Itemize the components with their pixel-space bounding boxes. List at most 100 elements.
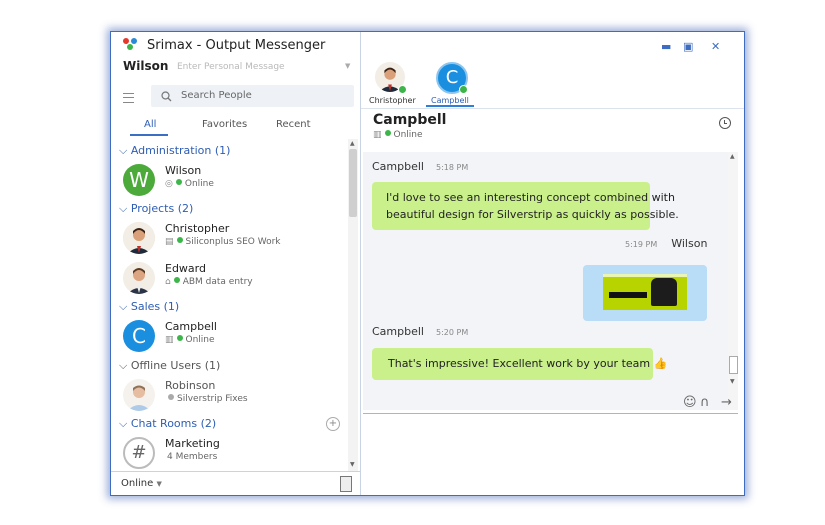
image-detail bbox=[603, 274, 687, 277]
message-bubble: I'd love to see an interesting concept c… bbox=[372, 182, 679, 230]
chat-pane: ▬ ▣ ✕ C Christopher Campbell Campbell ▥ O… bbox=[361, 32, 744, 495]
divider bbox=[361, 108, 744, 109]
message-text-row: That's impressive! Excellent work by you… bbox=[388, 355, 667, 372]
online-dot-icon bbox=[175, 179, 182, 185]
search-icon bbox=[161, 91, 172, 102]
contact-edward[interactable]: Edward ⌂ ABM data entry bbox=[123, 262, 343, 298]
contact-robinson[interactable]: Robinson Silverstrip Fixes bbox=[123, 379, 343, 415]
tab-recent[interactable]: Recent bbox=[276, 119, 311, 130]
contact-list-scrollbar[interactable]: ▲ ▼ bbox=[348, 139, 358, 471]
contact-status: ▤ Siliconplus SEO Work bbox=[165, 237, 281, 247]
tab-favorites[interactable]: Favorites bbox=[202, 119, 247, 130]
group-chat-rooms[interactable]: ⌵ Chat Rooms (2) bbox=[119, 417, 216, 431]
image-thumbnail[interactable] bbox=[603, 274, 687, 310]
contact-status: ⌂ ABM data entry bbox=[165, 277, 253, 287]
chatroom-members: 4 Members bbox=[167, 452, 218, 462]
message-time: 5:19 PM bbox=[625, 240, 658, 249]
presence-label: Online bbox=[121, 478, 154, 489]
contact-status: ◎ Online bbox=[165, 179, 214, 189]
sender-name: Wilson bbox=[671, 237, 708, 250]
image-message-bubble[interactable] bbox=[583, 265, 707, 321]
contact-list: ⌵ Administration (1) W Wilson ◎ Online ⌵ … bbox=[111, 139, 346, 471]
message-text: beautiful design for Silverstrip as quic… bbox=[386, 208, 679, 221]
chat-contact-name: Campbell bbox=[373, 112, 447, 128]
send-arrow-icon[interactable]: → bbox=[721, 395, 732, 410]
building-icon: ▤ bbox=[165, 237, 174, 247]
menu-icon[interactable] bbox=[123, 93, 134, 103]
scroll-down-icon[interactable]: ▼ bbox=[350, 461, 355, 468]
sender-name: Campbell bbox=[372, 160, 424, 173]
group-sales[interactable]: ⌵ Sales (1) bbox=[119, 300, 179, 314]
message-input-divider bbox=[363, 413, 738, 414]
status-icon: ◎ bbox=[165, 179, 173, 189]
chat-tab-campbell[interactable]: Campbell bbox=[431, 96, 469, 105]
message-bubble: That's impressive! Excellent work by you… bbox=[372, 348, 667, 380]
active-chat-tab-indicator bbox=[426, 105, 474, 107]
person-photo-icon bbox=[123, 222, 155, 254]
contact-name: Robinson bbox=[165, 379, 216, 392]
group-projects[interactable]: ⌵ Projects (2) bbox=[119, 202, 193, 216]
contact-status: Silverstrip Fixes bbox=[165, 394, 248, 404]
scrollbar-thumb[interactable] bbox=[349, 149, 357, 217]
contact-wilson[interactable]: W Wilson ◎ Online bbox=[123, 164, 343, 200]
group-label: Offline Users (1) bbox=[130, 359, 221, 372]
online-dot-icon bbox=[173, 277, 180, 283]
message-list: Campbell 5:18 PM I'd love to see an inter… bbox=[363, 152, 728, 410]
history-clock-icon[interactable] bbox=[719, 117, 731, 129]
scroll-down-icon[interactable]: ▼ bbox=[730, 378, 735, 385]
app-title: Srimax - Output Messenger bbox=[147, 38, 326, 53]
window-title: Srimax - Output Messenger bbox=[123, 38, 325, 53]
message-text: I'd love to see an interesting concept c… bbox=[386, 191, 675, 204]
chevron-down-icon[interactable]: ▼ bbox=[345, 62, 350, 70]
status-text: ABM data entry bbox=[182, 277, 253, 287]
message-time: 5:18 PM bbox=[435, 163, 469, 172]
search-placeholder: Search People bbox=[181, 90, 252, 101]
contact-campbell[interactable]: C Campbell ▥ Online bbox=[123, 320, 343, 356]
scroll-up-icon[interactable]: ▲ bbox=[350, 140, 355, 147]
group-label: Projects (2) bbox=[130, 202, 194, 215]
contact-name: Edward bbox=[165, 262, 206, 275]
active-tab-indicator bbox=[130, 134, 168, 136]
offline-dot-icon bbox=[168, 394, 174, 400]
online-dot-icon bbox=[176, 335, 183, 341]
message-sender: Campbell 5:20 PM bbox=[372, 325, 468, 338]
chatroom-marketing[interactable]: # Marketing 4 Members bbox=[123, 437, 343, 471]
headset-icon[interactable]: ∩ bbox=[700, 395, 710, 410]
message-input[interactable] bbox=[363, 415, 738, 493]
add-chat-room-icon[interactable]: + bbox=[326, 417, 340, 431]
sender-name: Campbell bbox=[372, 325, 424, 338]
chatroom-name: Marketing bbox=[165, 437, 220, 450]
contact-christopher[interactable]: Christopher ▤ Siliconplus SEO Work bbox=[123, 222, 343, 258]
scrollbar-thumb[interactable] bbox=[729, 356, 738, 374]
presence-selector[interactable]: Online ▼ bbox=[121, 478, 162, 489]
status-text: Silverstrip Fixes bbox=[177, 394, 248, 404]
current-user-name: Wilson bbox=[123, 59, 169, 73]
group-label: Sales (1) bbox=[130, 300, 180, 313]
status-text: Online bbox=[393, 130, 423, 140]
chat-contact-status: ▥ Online bbox=[373, 130, 423, 140]
group-offline-users[interactable]: ⌵ Offline Users (1) bbox=[119, 359, 220, 373]
avatar-letter: C bbox=[132, 324, 146, 348]
maximize-icon[interactable]: ▣ bbox=[683, 40, 693, 53]
messenger-window: Srimax - Output Messenger Wilson Enter P… bbox=[110, 31, 745, 496]
minimize-icon[interactable]: ▬ bbox=[661, 40, 671, 53]
contact-name: Christopher bbox=[165, 222, 230, 235]
online-dot-icon bbox=[176, 237, 183, 243]
chat-scrollbar[interactable]: ▲ ▼ bbox=[728, 152, 738, 410]
message-text: That's impressive! Excellent work by you… bbox=[388, 357, 651, 370]
close-icon[interactable]: ✕ bbox=[711, 40, 720, 53]
chevron-down-icon: ▼ bbox=[156, 480, 162, 488]
search-input[interactable]: Search People bbox=[151, 85, 354, 107]
message-sender: Campbell 5:18 PM bbox=[372, 160, 468, 173]
personal-message-input[interactable]: Enter Personal Message bbox=[177, 62, 285, 72]
emoji-icon[interactable]: ☺ bbox=[683, 395, 697, 410]
chat-tab-christopher[interactable]: Christopher bbox=[369, 96, 416, 105]
scroll-up-icon[interactable]: ▲ bbox=[730, 153, 735, 160]
tab-all[interactable]: All bbox=[144, 119, 156, 130]
thumbs-up-icon: 👍 bbox=[653, 357, 668, 370]
group-label: Chat Rooms (2) bbox=[130, 417, 217, 430]
status-text: Siliconplus SEO Work bbox=[185, 237, 281, 247]
group-label: Administration (1) bbox=[130, 144, 231, 157]
group-administration[interactable]: ⌵ Administration (1) bbox=[119, 144, 230, 158]
phone-icon[interactable] bbox=[340, 476, 352, 492]
